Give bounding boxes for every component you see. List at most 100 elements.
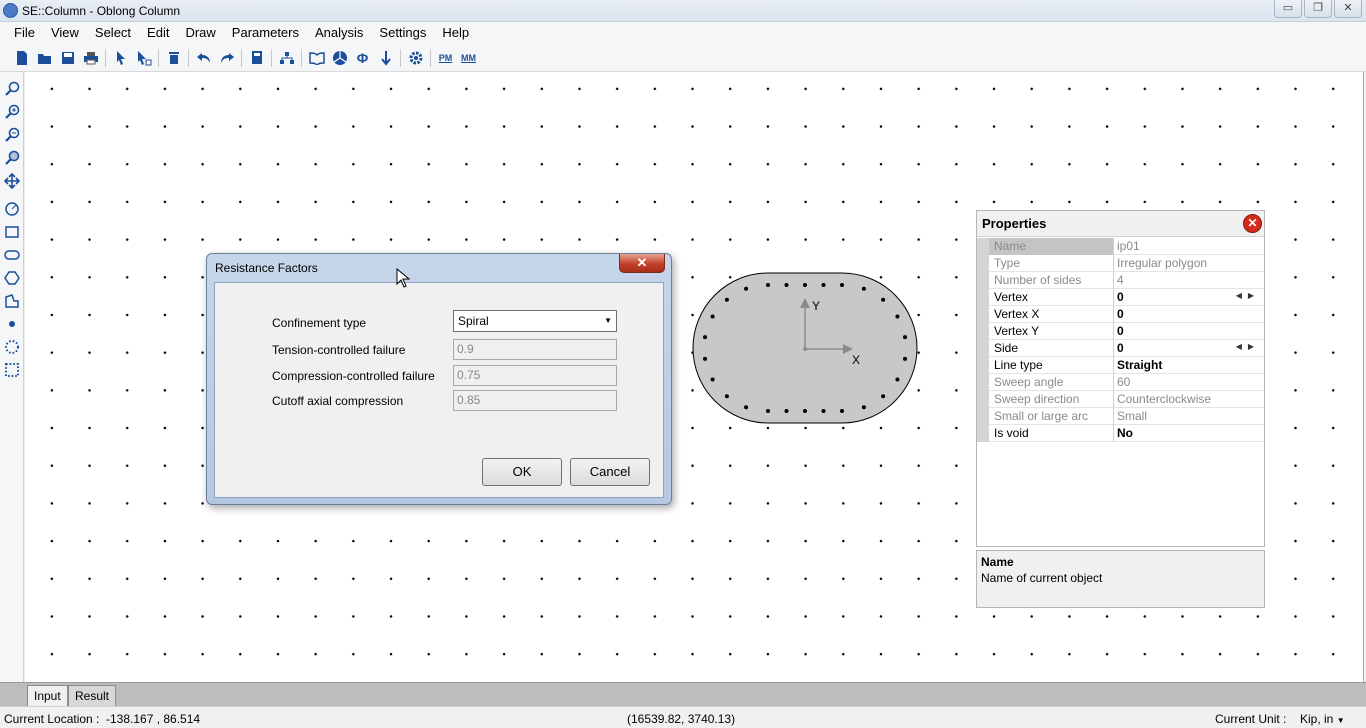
circle-tool-icon[interactable] xyxy=(1,198,23,220)
prop-name: Name xyxy=(989,238,1114,255)
rebar-dot xyxy=(766,409,770,413)
prop-value[interactable]: 0 xyxy=(1115,323,1264,340)
circular-pattern-icon[interactable] xyxy=(1,336,23,358)
calculator-icon[interactable] xyxy=(245,47,268,69)
rebar-dot xyxy=(903,335,907,340)
world-coordinates: (16539.82, 3740.13) xyxy=(627,712,736,726)
tab-result[interactable]: Result xyxy=(68,685,117,707)
menu-view[interactable]: View xyxy=(43,22,87,44)
confinement-type-select[interactable]: Spiral ▼ xyxy=(453,310,617,332)
side-stepper-icon[interactable]: ◀▶ xyxy=(1236,342,1260,351)
polygon-tool-icon[interactable] xyxy=(1,267,23,289)
status-bar: Current Location : -138.167 , 86.514 (16… xyxy=(0,706,1366,728)
menu-edit[interactable]: Edit xyxy=(139,22,177,44)
tab-input[interactable]: Input xyxy=(27,685,68,707)
prop-value[interactable]: No xyxy=(1115,425,1264,442)
prop-row-vertex-y[interactable]: Vertex Y 0 xyxy=(977,323,1264,340)
toolbar-separator xyxy=(105,48,106,67)
window-title: SE::Column - Oblong Column xyxy=(22,4,181,18)
mm-icon[interactable]: MM xyxy=(457,47,480,69)
pie-icon[interactable] xyxy=(328,47,351,69)
prop-row-type[interactable]: Type Irregular polygon xyxy=(977,255,1264,272)
menu-settings[interactable]: Settings xyxy=(371,22,434,44)
properties-header: Properties ✕ xyxy=(977,211,1264,237)
prop-row-sweep-direction[interactable]: Sweep direction Counterclockwise xyxy=(977,391,1264,408)
rebar-dot xyxy=(861,405,866,410)
chevron-down-icon: ▼ xyxy=(604,316,612,325)
rebar-dot xyxy=(881,297,886,302)
menu-analysis[interactable]: Analysis xyxy=(307,22,371,44)
save-icon[interactable] xyxy=(56,47,79,69)
open-icon[interactable] xyxy=(33,47,56,69)
rectangular-pattern-icon[interactable] xyxy=(1,359,23,381)
menu-parameters[interactable]: Parameters xyxy=(224,22,307,44)
rebar-dot xyxy=(710,377,715,382)
arrow-down-icon[interactable] xyxy=(374,47,397,69)
select-partial-icon[interactable] xyxy=(132,47,155,69)
prop-row-vertex-x[interactable]: Vertex X 0 xyxy=(977,306,1264,323)
phi-icon[interactable]: Φ xyxy=(351,47,374,69)
prop-value[interactable]: 0 xyxy=(1115,306,1264,323)
redo-icon[interactable] xyxy=(215,47,238,69)
compression-controlled-field[interactable]: 0.75 xyxy=(453,365,617,386)
irregular-polygon-icon[interactable] xyxy=(1,290,23,312)
hierarchy-icon[interactable] xyxy=(275,47,298,69)
description-text: Name of current object xyxy=(981,571,1103,585)
cancel-button[interactable]: Cancel xyxy=(570,458,650,486)
oblong-column-shape[interactable]: Y X xyxy=(692,272,918,424)
rebar-dot xyxy=(840,409,844,413)
point-icon[interactable] xyxy=(1,313,23,335)
current-unit-value: Kip, in xyxy=(1300,712,1334,726)
print-icon[interactable] xyxy=(79,47,102,69)
book-icon[interactable] xyxy=(305,47,328,69)
ok-button[interactable]: OK xyxy=(482,458,562,486)
prop-row-is-void[interactable]: Is void No xyxy=(977,425,1264,442)
prop-name: Vertex X xyxy=(989,306,1114,323)
new-icon[interactable] xyxy=(10,47,33,69)
prop-name: Small or large arc xyxy=(989,408,1114,425)
current-location-value: -138.167 , 86.514 xyxy=(106,712,201,726)
rectangle-tool-icon[interactable] xyxy=(1,221,23,243)
prop-name: Vertex xyxy=(989,289,1114,306)
menu-help[interactable]: Help xyxy=(434,22,477,44)
app-icon xyxy=(3,3,18,18)
cutoff-axial-field[interactable]: 0.85 xyxy=(453,390,617,411)
select-icon[interactable] xyxy=(109,47,132,69)
property-description: Name Name of current object xyxy=(976,550,1265,608)
prop-row-number-of-sides[interactable]: Number of sides 4 xyxy=(977,272,1264,289)
zoom-fit-icon[interactable] xyxy=(1,78,23,100)
tension-controlled-field[interactable]: 0.9 xyxy=(453,339,617,360)
tension-controlled-label: Tension-controlled failure xyxy=(272,343,406,357)
oval-tool-icon[interactable] xyxy=(1,244,23,266)
rebar-dot xyxy=(903,356,907,361)
menu-draw[interactable]: Draw xyxy=(177,22,223,44)
prop-row-line-type[interactable]: Line type Straight xyxy=(977,357,1264,374)
window-close-button[interactable]: ✕ xyxy=(1334,0,1362,18)
minimize-button[interactable]: ▭ xyxy=(1274,0,1302,18)
prop-value: Irregular polygon xyxy=(1117,256,1208,270)
rebar-dot xyxy=(784,283,789,287)
prop-row-small-or-large-arc[interactable]: Small or large arc Small xyxy=(977,408,1264,425)
delete-icon[interactable] xyxy=(162,47,185,69)
prop-row-name[interactable]: Name ip01 xyxy=(977,238,1264,255)
zoom-in-icon[interactable] xyxy=(1,101,23,123)
settings-icon[interactable] xyxy=(404,47,427,69)
toolbar-separator xyxy=(301,48,302,67)
vertex-stepper-icon[interactable]: ◀▶ xyxy=(1236,291,1260,300)
prop-value[interactable]: Straight xyxy=(1115,357,1264,374)
menu-select[interactable]: Select xyxy=(87,22,139,44)
undo-icon[interactable] xyxy=(192,47,215,69)
prop-row-vertex[interactable]: Vertex 0 ◀▶ xyxy=(977,289,1264,306)
dialog-close-button[interactable]: ✕ xyxy=(619,254,665,273)
properties-close-button[interactable]: ✕ xyxy=(1243,214,1262,233)
zoom-out-icon[interactable] xyxy=(1,124,23,146)
restore-button[interactable]: ❐ xyxy=(1304,0,1332,18)
prop-row-sweep-angle[interactable]: Sweep angle 60 xyxy=(977,374,1264,391)
pm-icon[interactable]: PM xyxy=(434,47,457,69)
current-unit-select[interactable]: Kip, in ▼ xyxy=(1300,712,1345,726)
zoom-window-icon[interactable] xyxy=(1,147,23,169)
window-controls: ▭ ❐ ✕ xyxy=(1272,0,1362,18)
pan-icon[interactable] xyxy=(1,170,23,192)
prop-row-side[interactable]: Side 0 ◀▶ xyxy=(977,340,1264,357)
menu-file[interactable]: File xyxy=(6,22,43,44)
